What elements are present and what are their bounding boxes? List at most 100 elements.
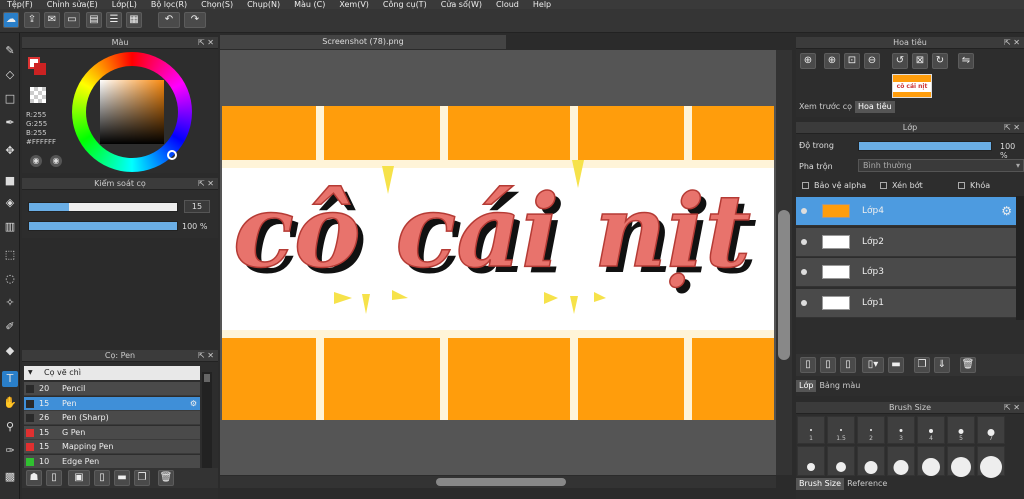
clipping-checkbox[interactable] <box>880 182 887 189</box>
brush-size-slider[interactable] <box>28 202 178 212</box>
brush-size-cell[interactable] <box>887 446 915 476</box>
brush-size-cell[interactable]: 5 <box>947 416 975 444</box>
saturation-square[interactable] <box>100 80 164 144</box>
magic-wand-icon[interactable]: ✧ <box>2 295 18 311</box>
lock-checkbox[interactable] <box>958 182 965 189</box>
eye-icon[interactable] <box>801 238 807 245</box>
comment-icon[interactable]: ▭ <box>64 12 80 28</box>
tab-brush-preview[interactable]: Xem trước cọ <box>796 101 855 113</box>
brush-opacity-slider[interactable] <box>28 221 178 231</box>
menu-item[interactable]: Cửa sổ(W) <box>434 0 489 9</box>
brush-list-scrollbar[interactable] <box>202 372 212 468</box>
brush-size-cell[interactable] <box>977 446 1005 478</box>
layer-delete-icon[interactable]: 🗑 <box>960 357 976 373</box>
layer-opacity-slider[interactable] <box>858 141 992 151</box>
eye-icon[interactable] <box>801 208 807 214</box>
panel-close-icon[interactable]: ⇱ ✕ <box>1004 122 1020 134</box>
tab-navigator[interactable]: Hoa tiêu <box>855 101 895 113</box>
rotate-right-icon[interactable]: ↻ <box>932 53 948 69</box>
hand-icon[interactable]: ✋ <box>2 395 18 411</box>
brush-item[interactable]: 20 Pencil <box>24 382 200 396</box>
zoom-plus-icon[interactable]: ⊕ <box>824 53 840 69</box>
mixer-icon[interactable]: ◉ <box>50 155 62 167</box>
navigator-thumbnail[interactable]: cô cái nịt <box>892 74 932 98</box>
move-icon[interactable]: ✥ <box>2 143 18 159</box>
pen-icon[interactable]: ✒ <box>2 115 18 131</box>
brush-size-cell[interactable]: 1 <box>797 416 825 444</box>
menu-item[interactable]: Chụp(N) <box>240 0 287 9</box>
select-pen-icon[interactable]: ✐ <box>2 319 18 335</box>
copy-menu-icon[interactable]: ▣ <box>68 470 90 486</box>
menu-item[interactable]: Lớp(L) <box>105 0 144 9</box>
grid-icon[interactable]: ▦ <box>126 12 142 28</box>
trash-icon[interactable]: 🗑 <box>158 470 174 486</box>
export-icon[interactable]: ⇪ <box>24 12 40 28</box>
layer-row[interactable]: Lớp2 <box>796 227 1016 257</box>
layer-menu-icon[interactable]: ▯▾ <box>862 357 884 373</box>
layer-merge-icon[interactable]: ⇓ <box>934 357 950 373</box>
panel-close-icon[interactable]: ⇱ ✕ <box>1004 37 1020 49</box>
new-8bit-icon[interactable]: ▯ <box>840 357 856 373</box>
brush-size-cell[interactable] <box>827 446 855 476</box>
layer-duplicate-icon[interactable]: ❐ <box>914 357 930 373</box>
undo-icon[interactable]: ↶ <box>158 12 180 28</box>
layer-scrollbar[interactable] <box>1016 196 1024 320</box>
panel-close-icon[interactable]: ⇱ ✕ <box>198 37 214 49</box>
vertical-scrollbar[interactable] <box>776 50 792 475</box>
menu-item[interactable]: Help <box>526 0 558 9</box>
menu-item[interactable]: Xem(V) <box>332 0 376 9</box>
brush-item[interactable]: 15 Pen ⚙ <box>24 396 200 411</box>
brush-item[interactable]: 10 Edge Pen <box>24 454 200 469</box>
panel-close-icon[interactable]: ⇱ ✕ <box>1004 402 1020 414</box>
menu-item[interactable]: Công cụ(T) <box>376 0 434 9</box>
gear-icon[interactable]: ⚙ <box>190 397 197 411</box>
brush-group-header[interactable]: ▼ Cọ vẽ chì <box>24 366 200 380</box>
list-icon[interactable]: ☰ <box>106 12 122 28</box>
document-icon[interactable]: ▤ <box>86 12 102 28</box>
panel-close-icon[interactable]: ⇱ ✕ <box>198 350 214 362</box>
brush-item[interactable]: 15 Mapping Pen <box>24 440 200 454</box>
tab-palette[interactable]: Bảng màu <box>816 380 863 392</box>
chat-icon[interactable]: ✉ <box>44 12 60 28</box>
add-brush-icon[interactable]: ☗ <box>26 470 42 486</box>
menu-item[interactable]: Chọn(S) <box>194 0 240 9</box>
brush-tool-icon[interactable]: ✎ <box>2 43 18 59</box>
background-color[interactable] <box>34 63 46 75</box>
menu-item[interactable]: Bộ lọc(R) <box>144 0 194 9</box>
folder-icon[interactable]: ▬ <box>114 470 130 486</box>
zoom-out-icon[interactable]: ⊖ <box>864 53 880 69</box>
layer-row[interactable]: Lớp1 <box>796 288 1016 318</box>
brush-item[interactable]: 26 Pen (Sharp) <box>24 411 200 425</box>
gradient-icon[interactable]: ▥ <box>2 219 18 235</box>
cloud-icon[interactable]: ☁ <box>3 12 19 28</box>
menu-item[interactable]: Chỉnh sửa(E) <box>40 0 105 9</box>
tab-reference[interactable]: Reference <box>844 478 890 490</box>
new-doc-icon[interactable]: ▯ <box>94 470 110 486</box>
eraser-icon[interactable]: ◇ <box>2 67 18 83</box>
brush-size-cell[interactable]: 2 <box>857 416 885 444</box>
eye-icon[interactable] <box>801 269 807 275</box>
menu-item[interactable]: Tệp(F) <box>0 0 40 9</box>
brush-item[interactable]: 15 G Pen <box>24 425 200 440</box>
tab-layer[interactable]: Lớp <box>796 380 817 392</box>
color-picker-handle[interactable] <box>167 150 177 160</box>
zoom-in-icon[interactable]: ⊕ <box>800 53 816 69</box>
square-icon[interactable]: □ <box>2 91 18 107</box>
alpha-protect-checkbox[interactable] <box>802 182 809 189</box>
brush-size-value[interactable]: 15 <box>184 200 210 213</box>
select-eraser-icon[interactable]: ◆ <box>2 343 18 359</box>
eye-icon[interactable] <box>801 299 807 306</box>
brush-size-cell[interactable] <box>947 446 975 477</box>
tab-brush-size[interactable]: Brush Size <box>796 478 845 490</box>
text-tool-icon[interactable]: T <box>2 371 18 387</box>
dropper-icon[interactable]: ✑ <box>2 443 18 459</box>
layer-row[interactable]: Lớp3 <box>796 258 1016 287</box>
gear-icon[interactable]: ⚙ <box>1001 197 1012 226</box>
select-rect-icon[interactable]: ⬚ <box>2 247 18 263</box>
duplicate-icon[interactable]: ❐ <box>134 470 150 486</box>
rotate-left-icon[interactable]: ↺ <box>892 53 908 69</box>
palette-icon[interactable]: ◉ <box>30 155 42 167</box>
redo-icon[interactable]: ↷ <box>184 12 206 28</box>
flip-icon[interactable]: ⇋ <box>958 53 974 69</box>
new-layer-icon[interactable]: ▯ <box>800 357 816 373</box>
